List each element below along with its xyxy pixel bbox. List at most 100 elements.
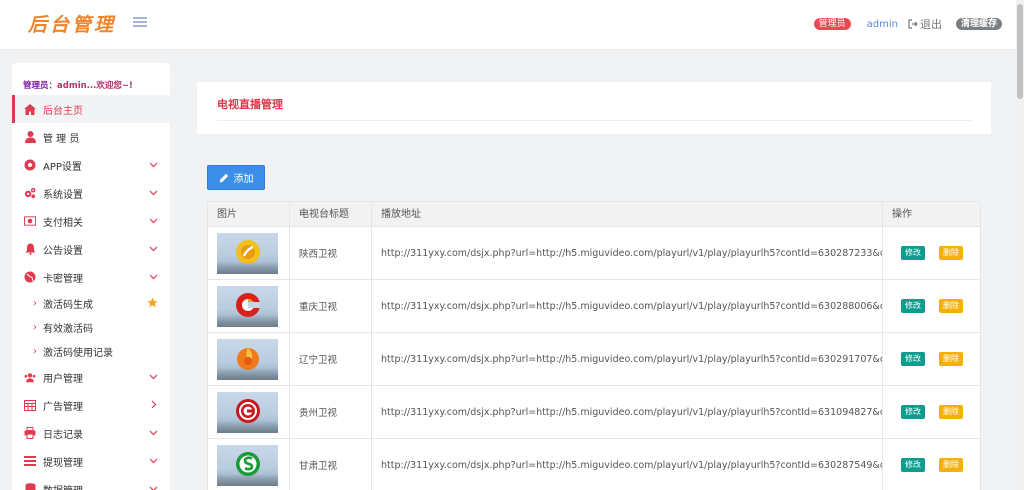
sidebar-item-admin[interactable]: 管 理 员 <box>12 123 170 151</box>
chevron-down-icon <box>149 374 158 380</box>
table-row: 辽宁卫视 http://311yxy.com/dsjx.php?url=http… <box>208 333 980 386</box>
sidebar-item-system-settings[interactable]: 系统设置 <box>12 179 170 207</box>
sidebar: 管理员：admin...欢迎您~! 后台主页 管 理 员 APP设置 系统设置 … <box>12 63 170 490</box>
bars-icon <box>24 455 36 467</box>
pencil-icon <box>219 173 228 182</box>
chevron-down-icon <box>149 274 158 280</box>
sidebar-item-label: 支付相关 <box>43 217 83 229</box>
scrollbar-thumb[interactable] <box>1017 4 1023 99</box>
actions-cell: 修改 删除 <box>883 333 980 385</box>
sidebar-item-label: 提现管理 <box>43 457 83 469</box>
chevron-down-icon <box>149 486 158 490</box>
stream-url: http://311yxy.com/dsjx.php?url=http://h5… <box>372 439 883 490</box>
guizhou-tv-logo-icon <box>236 398 260 423</box>
sidebar-subitem-code-usage-log[interactable]: › 激活码使用记录 <box>12 339 170 363</box>
page-scrollbar[interactable] <box>1016 0 1024 490</box>
sidebar-subitem-label: 激活码使用记录 <box>43 347 113 359</box>
sidebar-item-data[interactable]: 数据管理 <box>12 475 170 490</box>
sidebar-item-label: APP设置 <box>43 161 82 173</box>
page-title-card: 电视直播管理 <box>197 82 991 134</box>
delete-button[interactable]: 删除 <box>939 458 963 472</box>
table-row: 陕西卫视 http://311yxy.com/dsjx.php?url=http… <box>208 227 980 280</box>
column-header-url: 播放地址 <box>372 202 883 226</box>
sidebar-item-users[interactable]: 用户管理 <box>12 363 170 391</box>
tv-channel-table: 图片 电视台标题 播放地址 操作 陕西卫视 http://311yxy.com/… <box>207 201 981 490</box>
column-header-actions: 操作 <box>892 209 912 220</box>
sidebar-item-logs[interactable]: 日志记录 <box>12 419 170 447</box>
actions-cell: 修改 删除 <box>883 280 980 332</box>
chevron-right-icon <box>151 400 157 409</box>
image-cell <box>208 333 290 385</box>
channel-thumbnail <box>217 338 278 380</box>
sidebar-item-home[interactable]: 后台主页 <box>12 95 170 123</box>
edit-button[interactable]: 修改 <box>901 405 925 419</box>
table-row: 重庆卫视 http://311yxy.com/dsjx.php?url=http… <box>208 280 980 333</box>
chevron-down-icon <box>149 458 158 464</box>
sidebar-item-announcements[interactable]: 公告设置 <box>12 235 170 263</box>
bell-icon <box>24 243 36 255</box>
sidebar-item-label: 卡密管理 <box>43 273 83 285</box>
clear-cache-button[interactable]: 清理缓存 <box>955 18 1002 30</box>
divider <box>217 120 971 121</box>
delete-button[interactable]: 删除 <box>939 352 963 366</box>
shaanxi-tv-logo-icon <box>236 239 260 264</box>
sidebar-item-label: 用户管理 <box>43 373 83 385</box>
channel-title: 贵州卫视 <box>290 386 372 438</box>
channel-title: 辽宁卫视 <box>290 333 372 385</box>
chevron-right-icon: › <box>33 345 37 357</box>
stream-url: http://311yxy.com/dsjx.php?url=http://h5… <box>372 333 883 385</box>
sidebar-subitem-valid-codes[interactable]: › 有效激活码 <box>12 315 170 339</box>
sidebar-item-label: 数据管理 <box>43 482 83 490</box>
gears-icon <box>24 187 36 199</box>
sidebar-subitem-label: 有效激活码 <box>43 323 93 335</box>
logout-button[interactable]: 退出 <box>908 16 942 32</box>
image-cell <box>208 280 290 332</box>
edit-button[interactable]: 修改 <box>901 246 925 260</box>
chevron-down-icon <box>149 246 158 252</box>
table-row: 贵州卫视 http://311yxy.com/dsjx.php?url=http… <box>208 386 980 439</box>
sidebar-item-label: 管 理 员 <box>43 133 80 145</box>
sidebar-item-app-settings[interactable]: APP设置 <box>12 151 170 179</box>
sidebar-item-label: 广告管理 <box>43 401 83 413</box>
sidebar-item-label: 日志记录 <box>43 429 83 441</box>
gansu-tv-logo-icon <box>236 451 260 476</box>
header-actions: 管理员 admin 退出 清理缓存 <box>813 16 1002 32</box>
chevron-right-icon: › <box>33 321 37 333</box>
column-header-title: 电视台标题 <box>290 202 372 226</box>
edit-button[interactable]: 修改 <box>901 299 925 313</box>
money-icon <box>24 215 36 227</box>
chevron-down-icon <box>149 430 158 436</box>
delete-button[interactable]: 删除 <box>939 299 963 313</box>
logout-label: 退出 <box>919 18 942 31</box>
delete-button[interactable]: 删除 <box>939 405 963 419</box>
edit-button[interactable]: 修改 <box>901 352 925 366</box>
welcome-text: 管理员：admin...欢迎您~! <box>23 79 133 91</box>
channel-title: 陕西卫视 <box>290 227 372 279</box>
channel-thumbnail <box>217 444 278 486</box>
delete-button[interactable]: 删除 <box>939 246 963 260</box>
channel-thumbnail <box>217 232 278 274</box>
sidebar-item-card-keys[interactable]: 卡密管理 <box>12 263 170 291</box>
role-badge: 管理员 <box>813 18 851 30</box>
edit-button[interactable]: 修改 <box>901 458 925 472</box>
chevron-right-icon: › <box>33 297 37 309</box>
sidebar-subitem-generate-codes[interactable]: › 激活码生成 <box>12 291 170 315</box>
username-link[interactable]: admin <box>867 19 898 30</box>
chongqing-tv-logo-icon <box>236 292 260 317</box>
sidebar-item-ads[interactable]: 广告管理 <box>12 391 170 419</box>
add-button[interactable]: 添加 <box>207 165 265 190</box>
sidebar-item-withdrawals[interactable]: 提现管理 <box>12 447 170 475</box>
table-row: 甘肃卫视 http://311yxy.com/dsjx.php?url=http… <box>208 439 980 490</box>
stream-url: http://311yxy.com/dsjx.php?url=http://h5… <box>372 386 883 438</box>
user-icon <box>24 131 36 143</box>
channel-thumbnail <box>217 391 278 433</box>
actions-cell: 修改 删除 <box>883 439 980 490</box>
welcome-name: admin...欢迎您~! <box>57 81 133 91</box>
channel-title: 重庆卫视 <box>290 280 372 332</box>
table-icon <box>24 399 36 411</box>
menu-toggle-icon[interactable] <box>133 17 147 29</box>
add-button-label: 添加 <box>233 174 254 185</box>
app-logo[interactable]: 后台管理 <box>28 10 116 37</box>
sidebar-item-payment[interactable]: 支付相关 <box>12 207 170 235</box>
table-header: 图片 电视台标题 播放地址 操作 <box>208 202 980 227</box>
